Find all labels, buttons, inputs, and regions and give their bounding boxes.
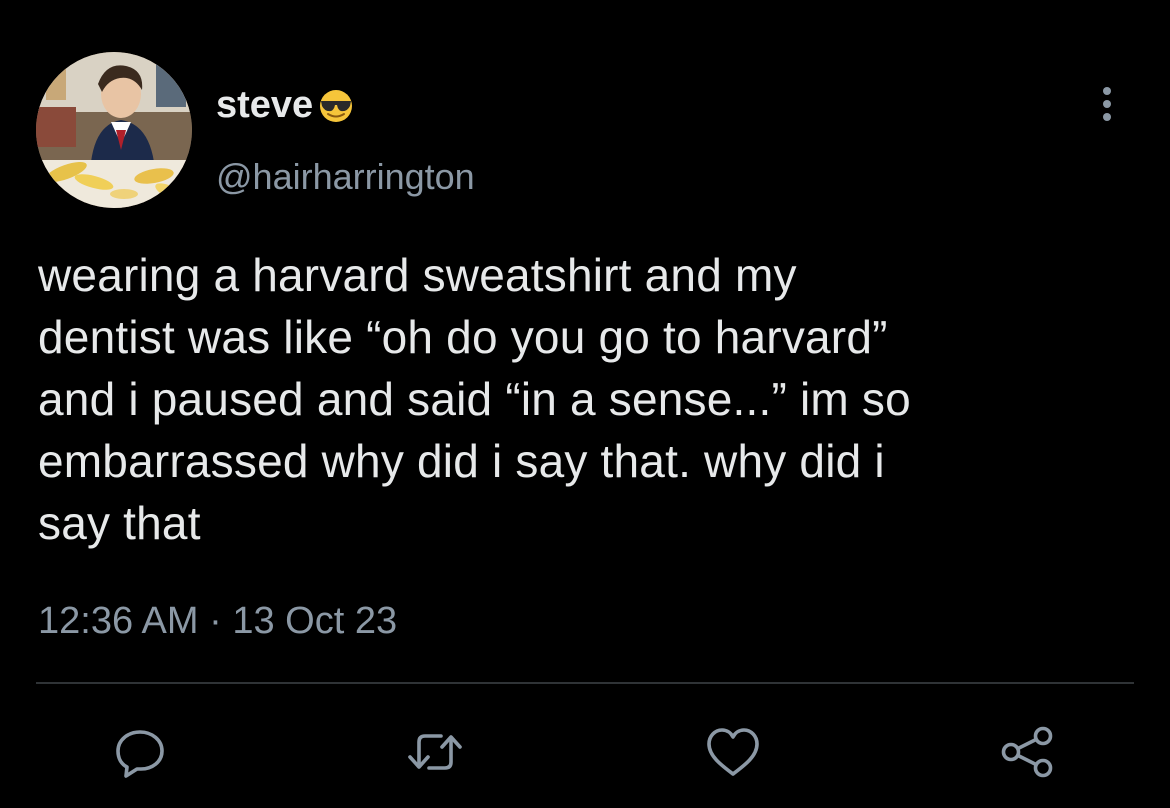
like-button[interactable]	[703, 722, 763, 782]
retweet-button[interactable]	[405, 722, 465, 782]
display-name-text: steve	[216, 84, 314, 126]
display-name[interactable]: steve	[216, 82, 355, 128]
more-options-button[interactable]	[1088, 82, 1126, 126]
reply-button[interactable]	[110, 722, 170, 782]
reply-icon	[116, 730, 164, 778]
avatar-photo	[36, 52, 192, 208]
share-button[interactable]	[998, 722, 1058, 782]
more-dot-icon	[1103, 113, 1111, 121]
retweet-icon	[408, 734, 462, 770]
avatar[interactable]	[36, 52, 192, 208]
smiling-face-with-sunglasses-icon	[317, 86, 355, 124]
more-dot-icon	[1103, 100, 1111, 108]
tweet-timestamp[interactable]: 12:36 AM · 13 Oct 23	[38, 598, 397, 644]
divider	[36, 682, 1134, 684]
tweet-text: wearing a harvard sweatshirt and my dent…	[38, 249, 911, 549]
heart-icon	[707, 728, 759, 776]
user-handle[interactable]: @hairharrington	[216, 155, 475, 199]
more-dot-icon	[1103, 87, 1111, 95]
share-icon	[1001, 726, 1053, 778]
